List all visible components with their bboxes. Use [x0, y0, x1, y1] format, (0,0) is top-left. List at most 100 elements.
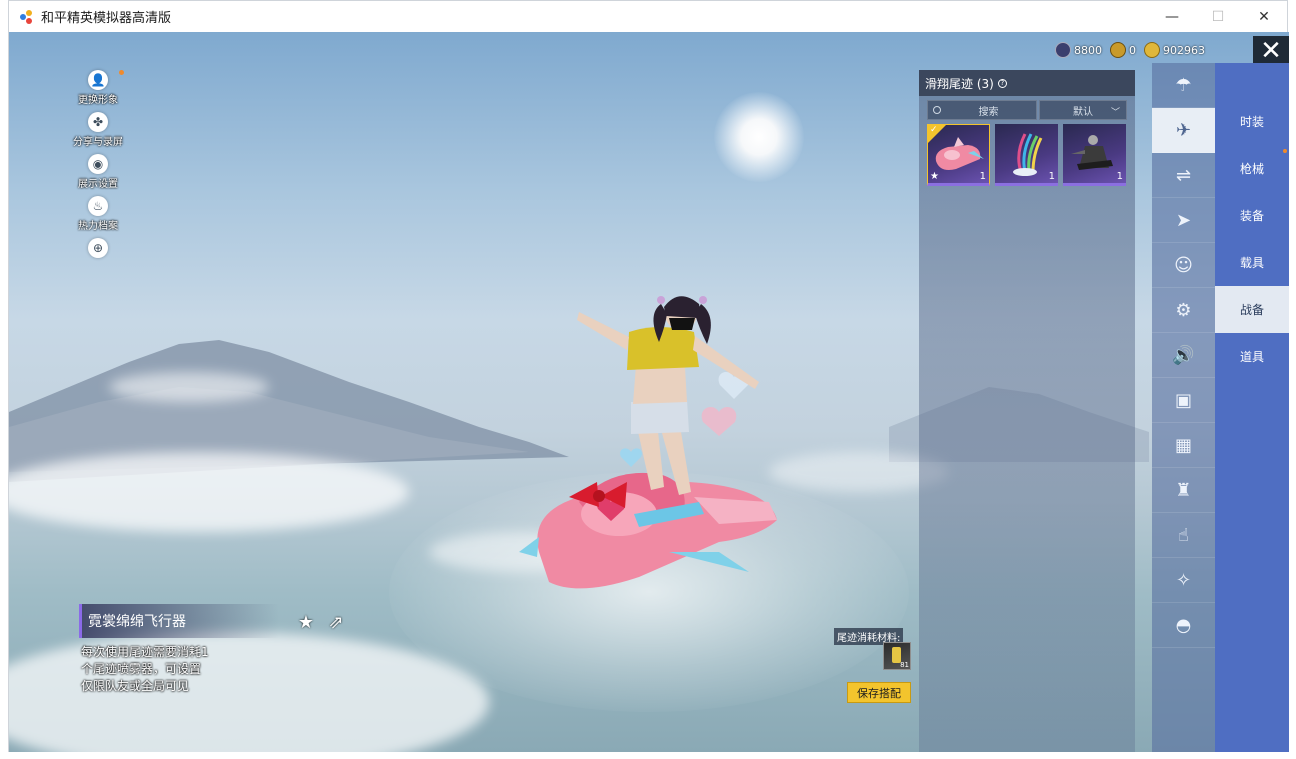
item-grid: ✓ ★ 1 1 1 [927, 124, 1135, 186]
add-button[interactable]: ⊕ [65, 238, 131, 258]
category-robot[interactable]: ⚙ [1152, 288, 1215, 333]
dark-rider-icon [1071, 135, 1113, 170]
display-settings-button[interactable]: ◉ 展示设置 [65, 154, 131, 190]
coin-gold-icon [1110, 42, 1126, 58]
category-tap[interactable]: ☝ [1152, 513, 1215, 558]
panel-title: 滑翔尾迹 (3) [925, 76, 994, 91]
save-outfit-button[interactable]: 保存搭配 [847, 682, 911, 703]
photo-icon: ▦ [1174, 434, 1192, 456]
item-qty: 1 [979, 171, 986, 182]
change-avatar-button[interactable]: 👤 更换形象 [65, 70, 131, 106]
share-record-icon: ✤ [88, 112, 108, 132]
category-plane[interactable]: ➤ [1152, 198, 1215, 243]
currency-1[interactable]: 8800 [1055, 42, 1102, 58]
item-slot-2[interactable]: 1 [995, 124, 1058, 186]
avatar-icon: 👤 [88, 70, 108, 90]
material-count: 81 [900, 661, 909, 669]
share-record-button[interactable]: ✤ 分享与录屏 [65, 112, 131, 148]
item-panel: 滑翔尾迹 (3) ? 搜索 默认 ﹀ ✓ ★ 1 1 1 [919, 70, 1135, 752]
eye-icon: ◉ [88, 154, 108, 174]
drone-icon: ⇌ [1175, 164, 1192, 186]
tab-fashion[interactable]: 时装 [1215, 98, 1289, 145]
display-settings-label: 展示设置 [78, 179, 118, 190]
extinguisher-icon: ♜ [1175, 479, 1192, 501]
share-icon[interactable]: ⇗ [325, 611, 347, 633]
currency-2-value: 0 [1129, 43, 1136, 57]
currency-3[interactable]: 902963 [1144, 42, 1205, 58]
favorite-star-icon[interactable]: ★ [295, 611, 317, 633]
category-speaker[interactable]: 🔊 [1152, 333, 1215, 378]
tab-props[interactable]: 道具 [1215, 333, 1289, 380]
currency-1-value: 8800 [1074, 43, 1102, 57]
sun [714, 92, 804, 182]
badge-icon: ▣ [1174, 389, 1192, 411]
panel-header: 滑翔尾迹 (3) ? [919, 70, 1135, 96]
share-record-label: 分享与录屏 [73, 137, 123, 148]
wand-icon: ✧ [1175, 569, 1192, 591]
currency-3-value: 902963 [1163, 43, 1205, 57]
item-slot-3[interactable]: 1 [1063, 124, 1126, 186]
emulator-window: 和平精英模拟器高清版 — ☐ ✕ 👤 更换形象 ✤ 分享与录屏 ◉ 展示设置 ♨… [8, 0, 1289, 752]
helmet-icon: ◓ [1175, 614, 1192, 636]
item-description: 每次使用尾迹需要消耗1 个尾迹喷雾器，可设置 仅限队友或全局可见 [81, 644, 231, 695]
category-wand[interactable]: ✧ [1152, 558, 1215, 603]
parachute-icon: ☂ [1175, 74, 1192, 96]
glider-trail-icon: ✈ [1175, 119, 1192, 141]
category-badge[interactable]: ▣ [1152, 378, 1215, 423]
minimize-button[interactable]: — [1149, 1, 1195, 32]
tab-vehicles[interactable]: 载具 [1215, 239, 1289, 286]
notification-dot [119, 70, 124, 75]
trail-spray-slot[interactable]: 81 [883, 642, 911, 670]
panel-tools: 搜索 默认 ﹀ [927, 100, 1127, 120]
tab-equipment[interactable]: 装备 [1215, 192, 1289, 239]
main-tab-column: 时装 枪械 装备 载具 战备 道具 [1215, 63, 1289, 752]
change-avatar-label: 更换形象 [78, 95, 118, 106]
item-name: 霓裳绵绵飞行器 [88, 614, 186, 630]
item-desc-line-1: 每次使用尾迹需要消耗1 [81, 645, 209, 659]
title-bar[interactable]: 和平精英模拟器高清版 — ☐ ✕ [9, 1, 1287, 32]
chevron-down-icon: ﹀ [1110, 108, 1120, 118]
add-icon: ⊕ [88, 238, 108, 258]
category-glider-trail[interactable]: ✈ [1152, 108, 1215, 153]
cloud [9, 452, 409, 532]
item-actions: ★ ⇗ [295, 611, 355, 633]
item-qty: 1 [1048, 171, 1055, 182]
game-viewport[interactable]: 👤 更换形象 ✤ 分享与录屏 ◉ 展示设置 ♨ 热力档案 ⊕ 8800 0 90… [9, 32, 1289, 752]
info-icon[interactable]: ? [997, 78, 1007, 88]
coin-dark-icon [1055, 42, 1071, 58]
category-emote[interactable]: ☺ [1152, 243, 1215, 288]
search-icon [933, 106, 941, 114]
currency-2[interactable]: 0 [1110, 42, 1136, 58]
emote-icon: ☺ [1174, 254, 1193, 276]
left-menu: 👤 更换形象 ✤ 分享与录屏 ◉ 展示设置 ♨ 热力档案 ⊕ [65, 70, 131, 264]
tab-weapons[interactable]: 枪械 [1215, 145, 1289, 192]
sort-label: 默认 [1073, 106, 1093, 118]
search-input[interactable]: 搜索 [927, 100, 1037, 120]
sort-dropdown[interactable]: 默认 ﹀ [1039, 100, 1127, 120]
coin-yellow-icon [1144, 42, 1160, 58]
maximize-button[interactable]: ☐ [1195, 1, 1241, 32]
item-slot-1[interactable]: ✓ ★ 1 [927, 124, 990, 186]
item-name-bar: 霓裳绵绵飞行器 [79, 604, 279, 638]
cloud [109, 372, 269, 402]
tab-combat-gear[interactable]: 战备 [1215, 286, 1289, 333]
item-qty: 1 [1116, 171, 1123, 182]
heat-profile-button[interactable]: ♨ 热力档案 [65, 196, 131, 232]
close-button[interactable]: ✕ [1241, 1, 1287, 32]
category-extinguisher[interactable]: ♜ [1152, 468, 1215, 513]
flame-icon: ♨ [88, 196, 108, 216]
currency-bar: 8800 0 902963 [1055, 42, 1213, 58]
item-desc-line-3: 仅限队友或全局可见 [81, 679, 190, 693]
check-icon: ✓ [930, 125, 938, 135]
category-photo[interactable]: ▦ [1152, 423, 1215, 468]
category-helmet[interactable]: ◓ [1152, 603, 1215, 648]
category-parachute[interactable]: ☂ [1152, 63, 1215, 108]
game-close-button[interactable]: ✕ [1253, 36, 1289, 66]
plane-icon: ➤ [1175, 209, 1192, 231]
notification-dot [1283, 149, 1287, 153]
character-on-glider [519, 296, 777, 589]
heat-profile-label: 热力档案 [78, 221, 118, 232]
category-drone[interactable]: ⇌ [1152, 153, 1215, 198]
category-column: ☂ ✈ ⇌ ➤ ☺ ⚙ 🔊 ▣ ▦ ♜ ☝ ✧ ◓ [1152, 63, 1215, 752]
star-icon: ★ [930, 171, 939, 182]
